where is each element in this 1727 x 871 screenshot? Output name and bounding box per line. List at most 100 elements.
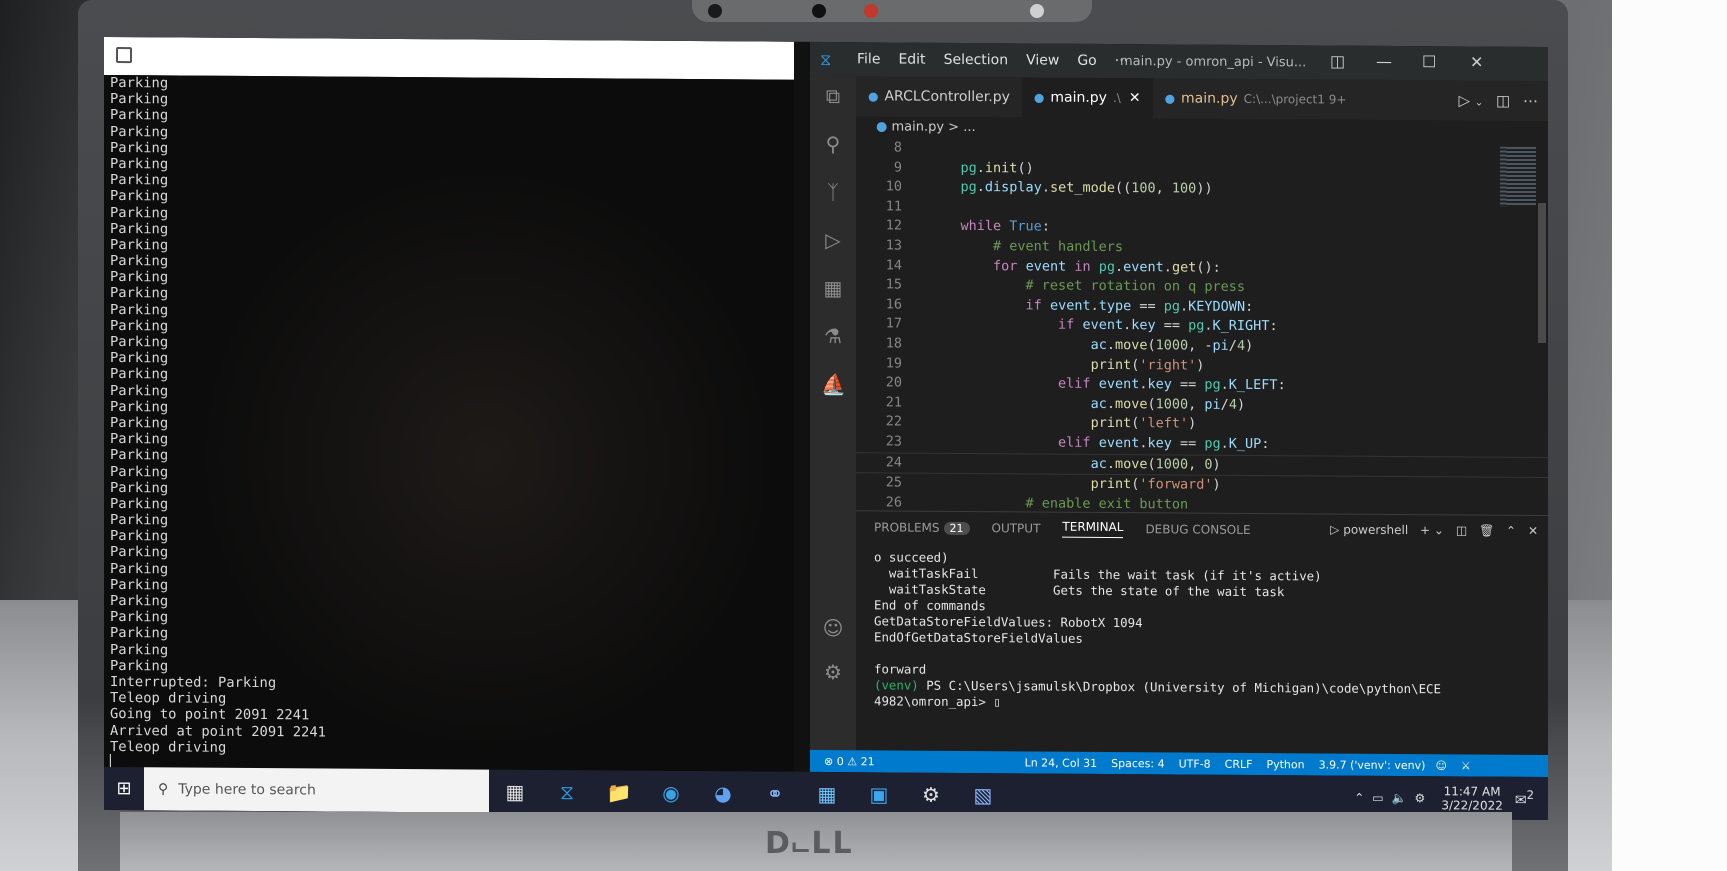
network-icon[interactable]: ⚙ xyxy=(1415,791,1426,805)
volume-icon[interactable]: 🔈 xyxy=(1392,790,1407,804)
code-text: elif event.key == pg.K_UP: xyxy=(1058,434,1270,453)
editor-tabs: ● ARCLController.py ● main.py .\ ✕ ● mai… xyxy=(856,76,1548,122)
problems-count-badge: 21 xyxy=(943,521,970,536)
shell-label[interactable]: powershell xyxy=(1343,523,1408,537)
close-button[interactable]: ✕ xyxy=(1470,52,1483,71)
tab-output[interactable]: OUTPUT xyxy=(992,521,1041,535)
line-number: 18 xyxy=(885,335,902,352)
store-app-icon[interactable]: ▣ xyxy=(853,772,905,815)
battery-icon[interactable]: ▭ xyxy=(1372,790,1383,804)
start-button[interactable]: ⊞ xyxy=(104,767,144,810)
testing-icon[interactable]: ⚗ xyxy=(821,324,845,348)
docker-icon[interactable]: ⛵ xyxy=(821,372,846,396)
line-number: 13 xyxy=(885,237,902,254)
vscode-titlebar: ⧖ File Edit Selection View Go ··· main.p… xyxy=(810,41,1548,82)
explorer-icon[interactable]: ⧉ xyxy=(821,84,845,108)
maximize-panel-icon[interactable]: ⌃ xyxy=(1506,524,1516,538)
remote-app-icon[interactable]: ▦ xyxy=(801,772,853,815)
editor-actions: ▷ ⌄ ◫ ⋯ xyxy=(1459,91,1548,110)
feedback-icon[interactable]: ☺ xyxy=(1435,759,1446,772)
split-editor-icon[interactable]: ◫ xyxy=(1496,92,1510,110)
bell-icon[interactable]: ⚔ xyxy=(1461,759,1471,772)
tab-problems[interactable]: PROBLEMS 21 xyxy=(874,520,970,536)
menu-go[interactable]: Go xyxy=(1068,53,1105,69)
vscode-taskbar-icon[interactable]: ⧖ xyxy=(541,770,593,813)
tab-main-py-active[interactable]: ● main.py .\ ✕ xyxy=(1021,77,1153,119)
network-app-icon[interactable]: ▧ xyxy=(957,773,1009,816)
tab-terminal[interactable]: TERMINAL xyxy=(1062,519,1124,539)
clock[interactable]: 11:47 AM 3/22/2022 xyxy=(1441,784,1503,812)
extensions-icon[interactable]: ▦ xyxy=(821,276,845,300)
close-panel-icon[interactable]: ✕ xyxy=(1528,524,1538,538)
settings-gear-icon[interactable]: ⚙ xyxy=(821,660,845,684)
line-number: 19 xyxy=(885,354,902,372)
activity-bar: ⧉ ⚲ ᛉ ▷ ▦ ⚗ ⛵ ☺ ⚙ xyxy=(810,75,856,751)
line-number: 23 xyxy=(885,433,902,450)
cursor-position[interactable]: Ln 24, Col 31 xyxy=(1025,756,1098,770)
panel-tabs: PROBLEMS 21 OUTPUT TERMINAL DEBUG CONSOLE… xyxy=(856,511,1548,548)
dell-logo: D⨽LL xyxy=(765,826,854,861)
maximize-button[interactable]: ☐ xyxy=(1422,52,1436,71)
terminal-prompt-cont[interactable]: 4982\omron_api> ▯ xyxy=(874,693,1548,714)
camera-lens-icon xyxy=(812,4,826,18)
code-text: for event in pg.event.get(): xyxy=(993,257,1221,276)
code-text: ac.move(1000, 0) xyxy=(1090,455,1221,473)
tab-close-icon[interactable]: ✕ xyxy=(1129,90,1141,106)
more-actions-icon[interactable]: ⋯ xyxy=(1523,92,1538,110)
encoding-status[interactable]: UTF-8 xyxy=(1179,757,1211,770)
menu-file[interactable]: File xyxy=(848,51,889,67)
task-view-icon[interactable]: ▦ xyxy=(489,770,541,813)
accounts-icon[interactable]: ☺ xyxy=(821,616,845,640)
chevron-down-icon[interactable]: ⌄ xyxy=(1475,98,1483,109)
bottom-panel: PROBLEMS 21 OUTPUT TERMINAL DEBUG CONSOLE… xyxy=(856,510,1548,756)
source-control-icon[interactable]: ᛉ xyxy=(821,180,845,204)
tab-main-py-project1[interactable]: ● main.py C:\...\project1 9+ xyxy=(1153,78,1359,119)
file-explorer-icon[interactable]: 📁 xyxy=(593,770,645,813)
language-mode[interactable]: Python xyxy=(1266,758,1304,771)
code-text: elif event.key == pg.K_LEFT: xyxy=(1058,375,1286,394)
chevron-up-icon[interactable]: ⌃ xyxy=(1354,790,1364,804)
layout-icon[interactable]: ◫ xyxy=(1330,52,1345,71)
menu-edit[interactable]: Edit xyxy=(889,51,934,68)
line-number: 8 xyxy=(893,139,902,156)
tab-arclcontroller[interactable]: ● ARCLController.py xyxy=(856,76,1022,117)
camera-indicator-icon xyxy=(864,4,878,18)
taskbar-search[interactable]: ⚲ Type here to search xyxy=(144,767,489,813)
search-icon[interactable]: ⚲ xyxy=(821,132,845,156)
console-app-icon xyxy=(116,47,132,64)
menu-view[interactable]: View xyxy=(1017,52,1068,68)
run-debug-icon[interactable]: ▷ xyxy=(821,228,845,252)
notification-icon[interactable]: ✉2 xyxy=(1515,788,1534,809)
console-titlebar[interactable] xyxy=(104,36,794,80)
settings-gear-icon[interactable]: ⚙ xyxy=(905,773,957,816)
menu-selection[interactable]: Selection xyxy=(935,52,1018,69)
tab-debug-console[interactable]: DEBUG CONSOLE xyxy=(1145,522,1250,537)
eol-status[interactable]: CRLF xyxy=(1225,757,1253,770)
line-number: 14 xyxy=(885,256,902,274)
line-number: 11 xyxy=(885,198,902,215)
console-window: Parking Parking Parking Parking Parking Parki… xyxy=(104,36,794,772)
line-number: 16 xyxy=(885,296,902,313)
line-number: 15 xyxy=(885,276,902,293)
terminal-output[interactable]: o succeed) waitTaskFail Fails the wait t… xyxy=(856,549,1548,714)
interpreter-status[interactable]: 3.9.7 ('venv': venv) xyxy=(1319,758,1426,772)
split-terminal-icon[interactable]: ◫ xyxy=(1456,523,1467,537)
problems-status[interactable]: ⊗ 0 ⚠ 21 xyxy=(824,754,875,767)
chat-app-icon[interactable]: ◕ xyxy=(697,771,749,814)
line-number: 20 xyxy=(885,374,902,391)
code-text: ac.move(1000, -pi/4) xyxy=(1090,336,1254,354)
minimize-button[interactable]: — xyxy=(1376,52,1392,71)
python-file-icon: ● xyxy=(1033,90,1045,105)
console-output[interactable]: Parking Parking Parking Parking Parking Parki… xyxy=(110,75,794,772)
code-text: # enable exit button xyxy=(928,494,1189,513)
code-editor[interactable]: 8 9 pg.init() 10 pg.display.set_mode((100,… xyxy=(856,138,1548,532)
new-terminal-icon[interactable]: + xyxy=(1420,523,1430,537)
indentation-status[interactable]: Spaces: 4 xyxy=(1111,756,1164,769)
edge-browser-icon[interactable]: ◉ xyxy=(645,771,697,814)
python-file-icon: ● xyxy=(1164,91,1176,106)
run-icon[interactable]: ▷ xyxy=(1459,91,1471,109)
headset-icon[interactable]: ⚭ xyxy=(749,771,801,814)
trash-icon[interactable]: 🗑 xyxy=(1479,524,1494,538)
python-file-icon: ● xyxy=(876,119,892,135)
chevron-down-icon[interactable]: ⌄ xyxy=(1434,523,1444,537)
